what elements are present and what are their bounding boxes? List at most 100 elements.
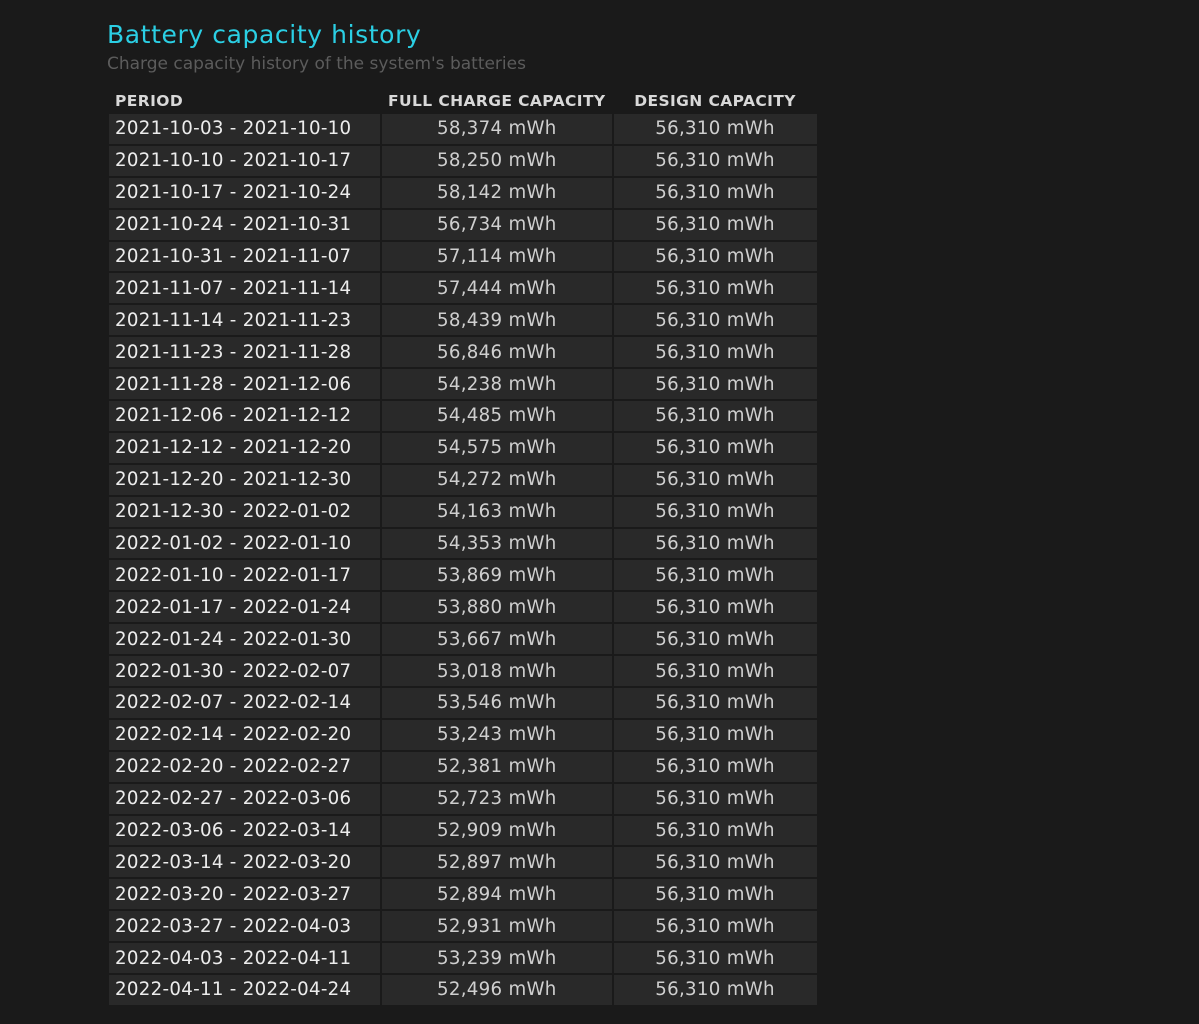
design-capacity-cell: 56,310 mWh — [613, 943, 817, 974]
table-row: 2021-12-20 - 2021-12-30 54,272 mWh 56,310 … — [109, 464, 817, 495]
capacity-history-table: PERIOD FULL CHARGE CAPACITY DESIGN CAPAC… — [107, 88, 819, 1007]
full-charge-capacity-cell: 54,575 mWh — [382, 432, 612, 463]
design-capacity-cell: 56,310 mWh — [613, 114, 817, 144]
full-charge-capacity-cell: 54,485 mWh — [382, 401, 612, 431]
full-charge-capacity-cell: 52,381 mWh — [382, 751, 612, 782]
design-capacity-cell: 56,310 mWh — [613, 241, 817, 272]
period-cell: 2021-11-07 - 2021-11-14 — [109, 273, 380, 304]
design-capacity-cell: 56,310 mWh — [613, 719, 817, 750]
design-capacity-cell: 56,310 mWh — [613, 145, 817, 176]
full-charge-capacity-cell: 58,374 mWh — [382, 114, 612, 144]
full-charge-capacity-cell: 53,667 mWh — [382, 624, 612, 655]
table-row: 2021-12-06 - 2021-12-12 54,485 mWh 56,310 … — [109, 401, 817, 431]
section-subtitle: Charge capacity history of the system's … — [107, 54, 526, 74]
design-capacity-cell: 56,310 mWh — [613, 624, 817, 655]
table-row: 2022-03-14 - 2022-03-20 52,897 mWh 56,310 … — [109, 847, 817, 878]
design-capacity-cell: 56,310 mWh — [613, 592, 817, 623]
table-row: 2022-02-14 - 2022-02-20 53,243 mWh 56,310 … — [109, 719, 817, 750]
period-cell: 2022-01-02 - 2022-01-10 — [109, 528, 380, 559]
full-charge-capacity-cell: 53,869 mWh — [382, 560, 612, 591]
table-row: 2022-04-11 - 2022-04-24 52,496 mWh 56,310 … — [109, 975, 817, 1005]
full-charge-capacity-cell: 53,239 mWh — [382, 943, 612, 974]
design-capacity-cell: 56,310 mWh — [613, 815, 817, 846]
design-capacity-cell: 56,310 mWh — [613, 783, 817, 814]
design-capacity-cell: 56,310 mWh — [613, 401, 817, 431]
period-cell: 2021-10-31 - 2021-11-07 — [109, 241, 380, 272]
table-row: 2022-02-20 - 2022-02-27 52,381 mWh 56,310 … — [109, 751, 817, 782]
battery-capacity-history-section: Battery capacity history Charge capacity… — [107, 18, 819, 1007]
design-capacity-cell: 56,310 mWh — [613, 432, 817, 463]
period-cell: 2021-10-03 - 2021-10-10 — [109, 114, 380, 144]
table-row: 2022-03-20 - 2022-03-27 52,894 mWh 56,310 … — [109, 879, 817, 910]
design-capacity-cell: 56,310 mWh — [613, 209, 817, 240]
full-charge-capacity-cell: 53,546 mWh — [382, 688, 612, 718]
full-charge-capacity-cell: 53,880 mWh — [382, 592, 612, 623]
full-charge-capacity-cell: 53,243 mWh — [382, 719, 612, 750]
design-capacity-cell: 56,310 mWh — [613, 688, 817, 718]
period-cell: 2021-10-17 - 2021-10-24 — [109, 177, 380, 208]
full-charge-capacity-cell: 52,931 mWh — [382, 911, 612, 942]
design-capacity-cell: 56,310 mWh — [613, 879, 817, 910]
design-capacity-cell: 56,310 mWh — [613, 847, 817, 878]
period-cell: 2022-02-14 - 2022-02-20 — [109, 719, 380, 750]
period-cell: 2022-03-27 - 2022-04-03 — [109, 911, 380, 942]
period-cell: 2022-01-30 - 2022-02-07 — [109, 656, 380, 687]
table-row: 2022-03-06 - 2022-03-14 52,909 mWh 56,310 … — [109, 815, 817, 846]
full-charge-capacity-cell: 52,909 mWh — [382, 815, 612, 846]
period-cell: 2022-01-10 - 2022-01-17 — [109, 560, 380, 591]
full-charge-capacity-cell: 52,496 mWh — [382, 975, 612, 1005]
table-row: 2022-01-10 - 2022-01-17 53,869 mWh 56,310 … — [109, 560, 817, 591]
full-charge-capacity-cell: 58,250 mWh — [382, 145, 612, 176]
full-charge-capacity-cell: 53,018 mWh — [382, 656, 612, 687]
period-cell: 2022-03-20 - 2022-03-27 — [109, 879, 380, 910]
design-capacity-cell: 56,310 mWh — [613, 528, 817, 559]
table-row: 2022-02-27 - 2022-03-06 52,723 mWh 56,310 … — [109, 783, 817, 814]
table-row: 2022-03-27 - 2022-04-03 52,931 mWh 56,310 … — [109, 911, 817, 942]
period-cell: 2021-11-28 - 2021-12-06 — [109, 369, 380, 400]
design-capacity-cell: 56,310 mWh — [613, 911, 817, 942]
period-cell: 2022-04-11 - 2022-04-24 — [109, 975, 380, 1005]
period-cell: 2022-04-03 - 2022-04-11 — [109, 943, 380, 974]
table-body: 2021-10-03 - 2021-10-10 58,374 mWh 56,310 … — [109, 114, 817, 1005]
design-capacity-cell: 56,310 mWh — [613, 305, 817, 336]
design-capacity-cell: 56,310 mWh — [613, 464, 817, 495]
full-charge-capacity-cell: 54,238 mWh — [382, 369, 612, 400]
table-row: 2021-10-03 - 2021-10-10 58,374 mWh 56,310 … — [109, 114, 817, 144]
full-charge-capacity-cell: 52,897 mWh — [382, 847, 612, 878]
full-charge-capacity-cell: 54,353 mWh — [382, 528, 612, 559]
table-row: 2021-10-10 - 2021-10-17 58,250 mWh 56,310 … — [109, 145, 817, 176]
design-capacity-cell: 56,310 mWh — [613, 369, 817, 400]
period-cell: 2021-12-06 - 2021-12-12 — [109, 401, 380, 431]
table-row: 2022-01-24 - 2022-01-30 53,667 mWh 56,310 … — [109, 624, 817, 655]
period-cell: 2022-03-06 - 2022-03-14 — [109, 815, 380, 846]
table-row: 2022-04-03 - 2022-04-11 53,239 mWh 56,310 … — [109, 943, 817, 974]
table-row: 2022-01-17 - 2022-01-24 53,880 mWh 56,310 … — [109, 592, 817, 623]
table-row: 2021-10-31 - 2021-11-07 57,114 mWh 56,310 … — [109, 241, 817, 272]
table-row: 2021-11-07 - 2021-11-14 57,444 mWh 56,310 … — [109, 273, 817, 304]
full-charge-capacity-cell: 52,894 mWh — [382, 879, 612, 910]
table-row: 2022-01-30 - 2022-02-07 53,018 mWh 56,310 … — [109, 656, 817, 687]
period-cell: 2022-03-14 - 2022-03-20 — [109, 847, 380, 878]
full-charge-capacity-cell: 57,114 mWh — [382, 241, 612, 272]
period-cell: 2021-10-10 - 2021-10-17 — [109, 145, 380, 176]
column-header-period: PERIOD — [115, 92, 184, 110]
design-capacity-cell: 56,310 mWh — [613, 177, 817, 208]
column-header-full-charge-capacity: FULL CHARGE CAPACITY — [388, 92, 606, 110]
period-cell: 2022-02-27 - 2022-03-06 — [109, 783, 380, 814]
period-cell: 2022-02-07 - 2022-02-14 — [109, 688, 380, 718]
design-capacity-cell: 56,310 mWh — [613, 496, 817, 527]
period-cell: 2022-01-17 - 2022-01-24 — [109, 592, 380, 623]
period-cell: 2021-12-20 - 2021-12-30 — [109, 464, 380, 495]
design-capacity-cell: 56,310 mWh — [613, 751, 817, 782]
period-cell: 2021-12-12 - 2021-12-20 — [109, 432, 380, 463]
table-row: 2021-10-24 - 2021-10-31 56,734 mWh 56,310 … — [109, 209, 817, 240]
table-row: 2021-11-28 - 2021-12-06 54,238 mWh 56,310 … — [109, 369, 817, 400]
table-row: 2021-11-23 - 2021-11-28 56,846 mWh 56,310 … — [109, 337, 817, 368]
design-capacity-cell: 56,310 mWh — [613, 337, 817, 368]
full-charge-capacity-cell: 52,723 mWh — [382, 783, 612, 814]
table-row: 2021-12-30 - 2022-01-02 54,163 mWh 56,310 … — [109, 496, 817, 527]
full-charge-capacity-cell: 56,846 mWh — [382, 337, 612, 368]
design-capacity-cell: 56,310 mWh — [613, 656, 817, 687]
period-cell: 2022-01-24 - 2022-01-30 — [109, 624, 380, 655]
table-row: 2021-12-12 - 2021-12-20 54,575 mWh 56,310 … — [109, 432, 817, 463]
